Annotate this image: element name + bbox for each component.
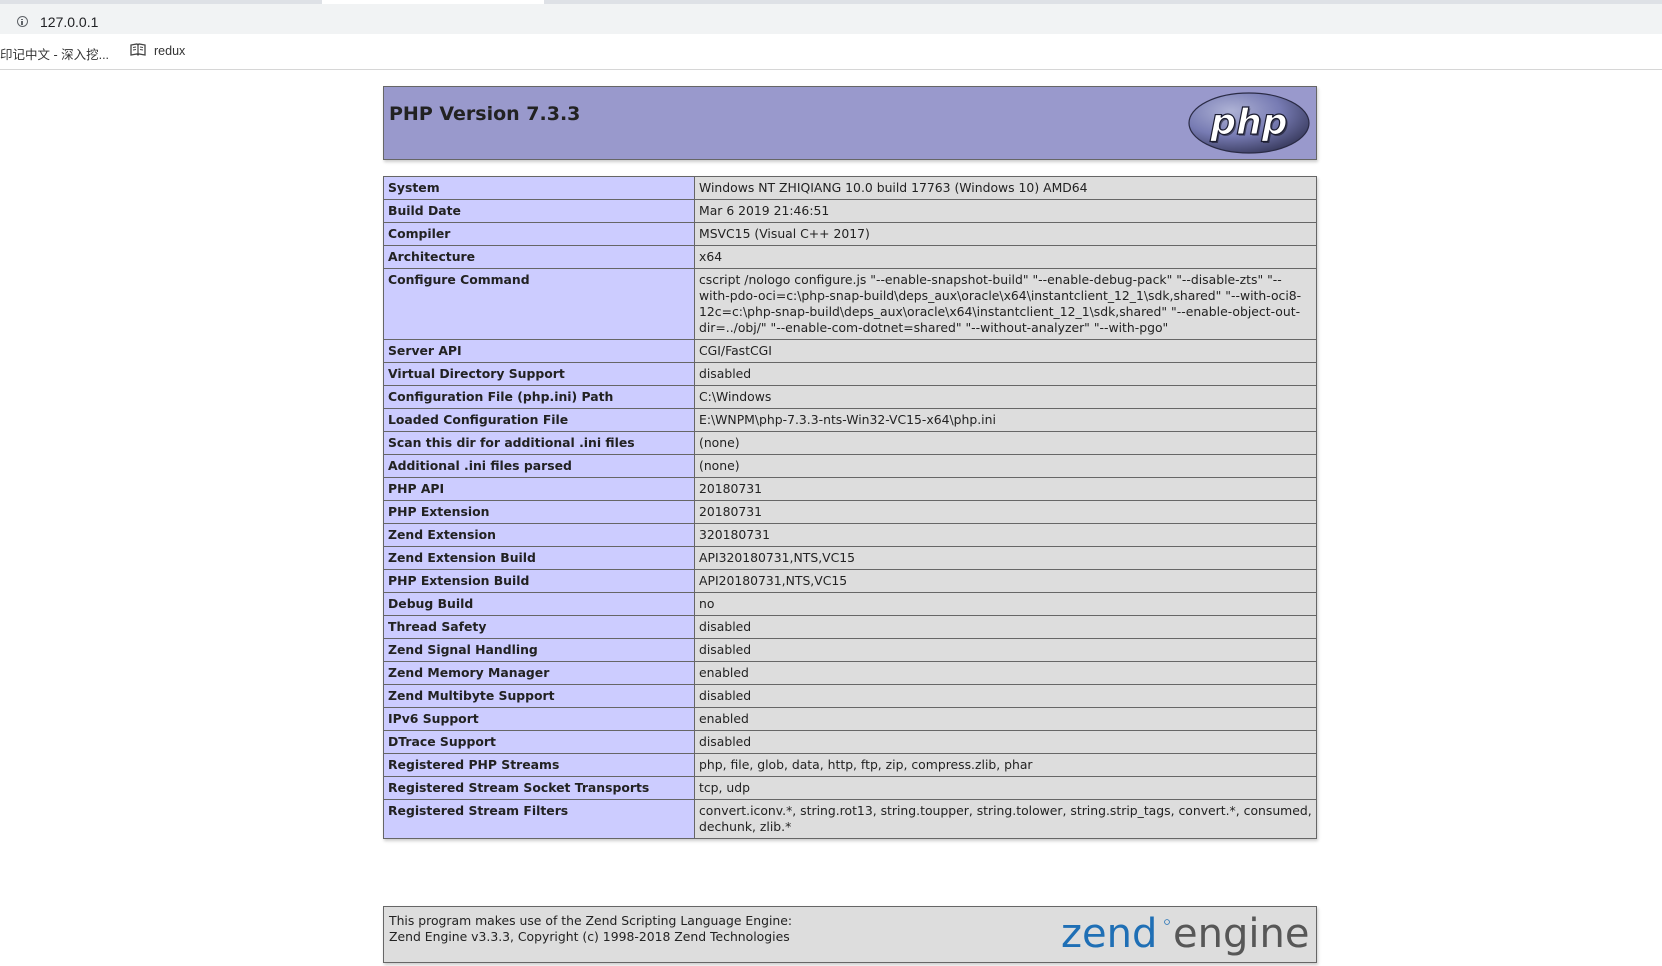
table-row: Registered Stream Socket Transports tcp, …: [383, 776, 1317, 800]
row-value: 20180731: [694, 500, 1317, 524]
row-key: Registered Stream Socket Transports: [383, 776, 695, 800]
row-value: convert.iconv.*, string.rot13, string.to…: [694, 799, 1317, 839]
address-url[interactable]: 127.0.0.1: [40, 14, 98, 30]
row-key: Architecture: [383, 245, 695, 269]
row-key: Build Date: [383, 199, 695, 223]
table-row: PHP API 20180731: [383, 477, 1317, 501]
zend-engine-footer: This program makes use of the Zend Scrip…: [383, 906, 1317, 963]
row-key: PHP Extension: [383, 500, 695, 524]
table-row: Server API CGI/FastCGI: [383, 339, 1317, 363]
php-logo-icon[interactable]: php php: [1187, 91, 1311, 155]
table-row: DTrace Support disabled: [383, 730, 1317, 754]
bookmark-yinji[interactable]: 印记中文 - 深入挖...: [0, 44, 109, 63]
row-key: Server API: [383, 339, 695, 363]
row-key: Loaded Configuration File: [383, 408, 695, 432]
row-key: Zend Memory Manager: [383, 661, 695, 685]
footer-line-1: This program makes use of the Zend Scrip…: [389, 913, 793, 928]
table-row: PHP Extension 20180731: [383, 500, 1317, 524]
address-bar[interactable]: 127.0.0.1: [0, 4, 1662, 34]
browser-toolbar: 127.0.0.1: [0, 0, 1662, 34]
table-row: Debug Build no: [383, 592, 1317, 616]
row-value: disabled: [694, 615, 1317, 639]
row-value: disabled: [694, 362, 1317, 386]
table-row: Zend Multibyte Support disabled: [383, 684, 1317, 708]
table-row: Configuration File (php.ini) Path C:\Wind…: [383, 385, 1317, 409]
row-value: enabled: [694, 707, 1317, 731]
table-row: PHP Extension Build API20180731,NTS,VC15: [383, 569, 1317, 593]
row-key: Additional .ini files parsed: [383, 454, 695, 478]
table-row: IPv6 Support enabled: [383, 707, 1317, 731]
table-row: Registered Stream Filters convert.iconv.*…: [383, 799, 1317, 839]
row-key: Configuration File (php.ini) Path: [383, 385, 695, 409]
row-value: MSVC15 (Visual C++ 2017): [694, 222, 1317, 246]
row-value: Mar 6 2019 21:46:51: [694, 199, 1317, 223]
info-table-body: System Windows NT ZHIQIANG 10.0 build 177…: [383, 176, 1317, 839]
row-value: API20180731,NTS,VC15: [694, 569, 1317, 593]
page-title: PHP Version 7.3.3: [389, 103, 581, 125]
table-row: Zend Extension 320180731: [383, 523, 1317, 547]
table-row: System Windows NT ZHIQIANG 10.0 build 177…: [383, 176, 1317, 200]
row-key: Zend Extension: [383, 523, 695, 547]
row-key: DTrace Support: [383, 730, 695, 754]
php-version-header: PHP Version 7.3.3 php php: [383, 86, 1317, 160]
table-row: Scan this dir for additional .ini files(…: [383, 431, 1317, 455]
table-row: Registered PHP Streams php, file, glob, d…: [383, 753, 1317, 777]
table-row: Zend Signal Handling disabled: [383, 638, 1317, 662]
row-value: E:\WNPM\php-7.3.3-nts-Win32-VC15-x64\php…: [694, 408, 1317, 432]
table-row: Zend Memory Manager enabled: [383, 661, 1317, 685]
row-value: x64: [694, 245, 1317, 269]
row-value: C:\Windows: [694, 385, 1317, 409]
bookmarks-bar: 印记中文 - 深入挖... redux: [0, 34, 1662, 70]
bookmark-redux[interactable]: redux: [154, 44, 185, 58]
row-key: Registered PHP Streams: [383, 753, 695, 777]
table-row: Architecture x64: [383, 245, 1317, 269]
row-value: 20180731: [694, 477, 1317, 501]
row-key: Zend Multibyte Support: [383, 684, 695, 708]
row-value: cscript /nologo configure.js "--enable-s…: [694, 268, 1317, 340]
zend-logo-word: zend: [1061, 911, 1157, 957]
row-value: Windows NT ZHIQIANG 10.0 build 17763 (Wi…: [694, 176, 1317, 200]
row-value: php, file, glob, data, http, ftp, zip, c…: [694, 753, 1317, 777]
row-key: IPv6 Support: [383, 707, 695, 731]
row-value: 320180731: [694, 523, 1317, 547]
engine-logo-word: engine: [1173, 911, 1309, 957]
row-key: Zend Signal Handling: [383, 638, 695, 662]
site-info-icon[interactable]: [17, 16, 28, 27]
row-value: enabled: [694, 661, 1317, 685]
row-value: no: [694, 592, 1317, 616]
row-value: disabled: [694, 730, 1317, 754]
table-row: Configure Command cscript /nologo configu…: [383, 268, 1317, 340]
row-key: PHP Extension Build: [383, 569, 695, 593]
row-key: PHP API: [383, 477, 695, 501]
row-key: Debug Build: [383, 592, 695, 616]
table-row: Additional .ini files parsed (none): [383, 454, 1317, 478]
table-row: Compiler MSVC15 (Visual C++ 2017): [383, 222, 1317, 246]
row-value: disabled: [694, 638, 1317, 662]
table-row: Zend Extension Build API320180731,NTS,VC1…: [383, 546, 1317, 570]
table-row: Loaded Configuration File E:\WNPM\php-7.3…: [383, 408, 1317, 432]
row-value: disabled: [694, 684, 1317, 708]
row-key: Configure Command: [383, 268, 695, 340]
table-row: Virtual Directory Support disabled: [383, 362, 1317, 386]
row-key: Zend Extension Build: [383, 546, 695, 570]
row-key: Virtual Directory Support: [383, 362, 695, 386]
php-info-table: System Windows NT ZHIQIANG 10.0 build 177…: [383, 176, 1317, 839]
row-value: API320180731,NTS,VC15: [694, 546, 1317, 570]
row-key: Registered Stream Filters: [383, 799, 695, 839]
footer-line-2: Zend Engine v3.3.3, Copyright (c) 1998-2…: [389, 929, 790, 944]
row-key: Thread Safety: [383, 615, 695, 639]
row-key: Compiler: [383, 222, 695, 246]
svg-text:php: php: [1209, 102, 1287, 143]
table-row: Thread Safety disabled: [383, 615, 1317, 639]
table-row: Build Date Mar 6 2019 21:46:51: [383, 199, 1317, 223]
row-value: (none): [694, 431, 1317, 455]
row-value: CGI/FastCGI: [694, 339, 1317, 363]
zend-engine-logo-icon[interactable]: zend engine: [1061, 911, 1311, 959]
row-value: tcp, udp: [694, 776, 1317, 800]
book-icon: [130, 43, 146, 56]
row-value: (none): [694, 454, 1317, 478]
row-key: Scan this dir for additional .ini files: [383, 431, 695, 455]
footer-text: This program makes use of the Zend Scrip…: [389, 913, 792, 945]
row-key: System: [383, 176, 695, 200]
